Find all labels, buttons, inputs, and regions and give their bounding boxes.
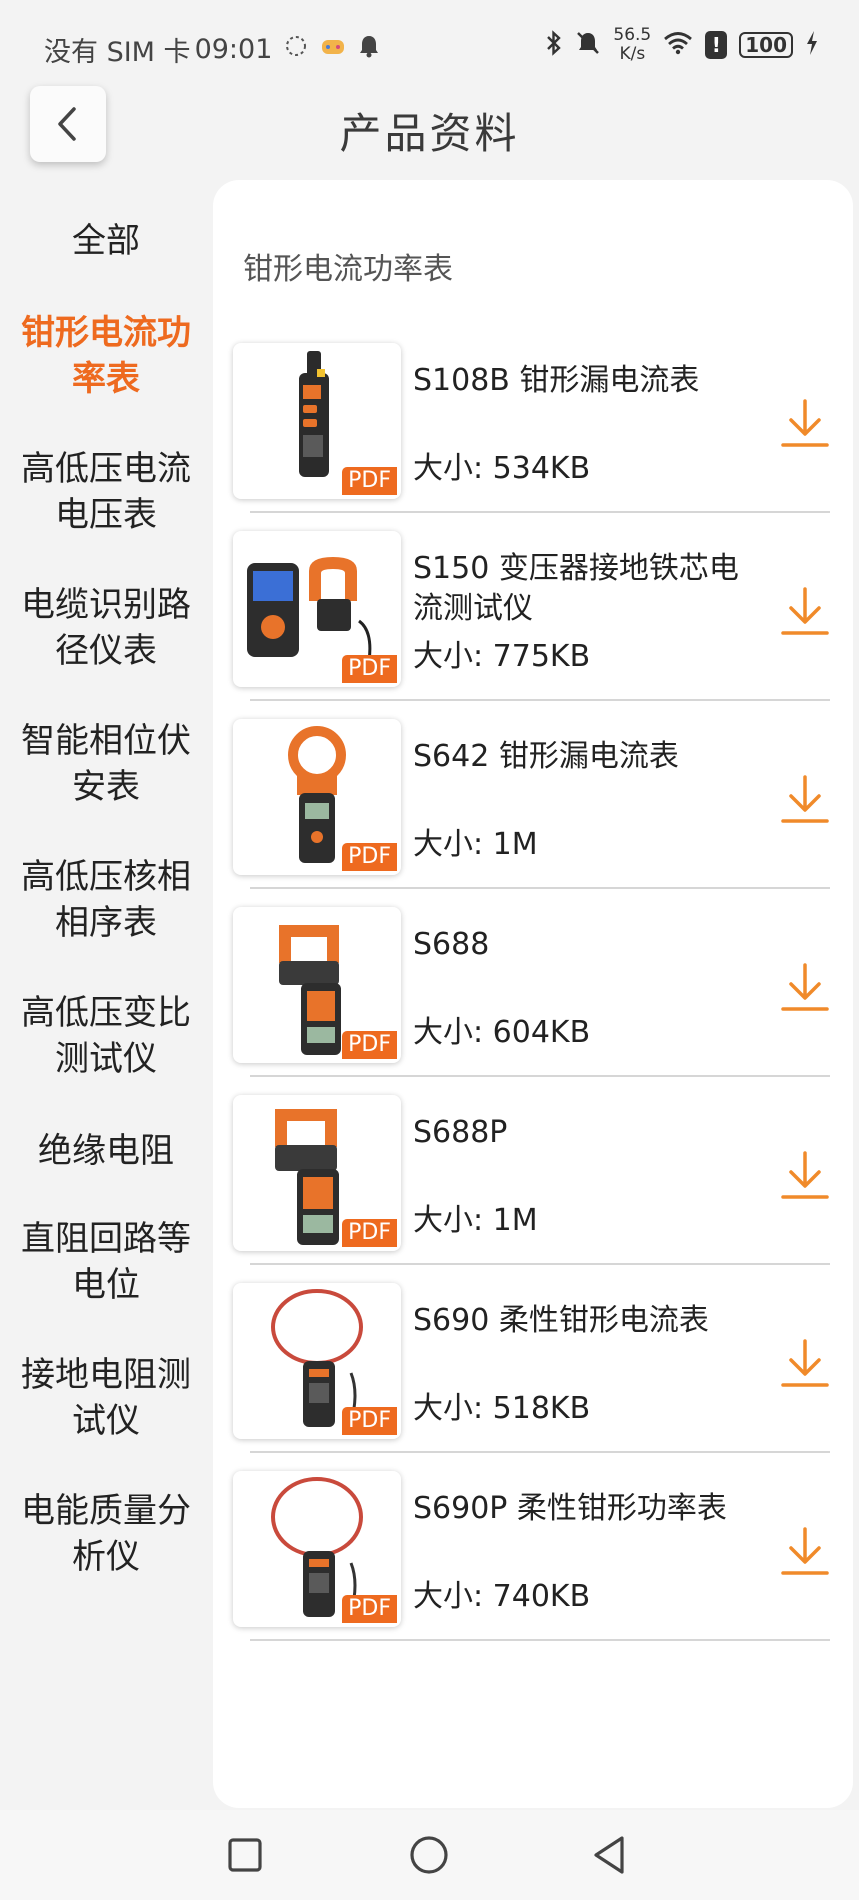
sidebar-item-clamp-power-meter[interactable]: 钳形电流功率表 [0, 310, 212, 402]
clock: 09:01 [194, 34, 273, 65]
document-size: 大小: 604KB [413, 1015, 591, 1050]
sidebar-item-hv-lv-meter[interactable]: 高低压电流电压表 [0, 446, 212, 538]
row-divider [250, 887, 830, 889]
document-name: S690P 柔性钳形功率表 [413, 1491, 727, 1526]
sidebar-item-power-quality[interactable]: 电能质量分析仪 [0, 1488, 212, 1580]
document-row[interactable]: PDF S688P 大小: 1M [213, 1095, 853, 1283]
bell-icon [358, 34, 380, 65]
document-size: 大小: 534KB [413, 451, 591, 486]
product-thumbnail: PDF [233, 1095, 401, 1251]
pdf-badge: PDF [342, 1219, 397, 1247]
row-divider [250, 699, 830, 701]
document-name: S108B 钳形漏电流表 [413, 363, 700, 398]
content-panel: 钳形电流功率表 PDF S108B 钳形漏电流表 大小: 534KB PDF S… [213, 180, 853, 1808]
sidebar-item-insulation[interactable]: 绝缘电阻 [0, 1128, 212, 1174]
download-icon[interactable] [777, 1523, 833, 1579]
sidebar-item-phase-sequence[interactable]: 高低压核相相序表 [0, 854, 212, 946]
net-speed-unit: K/s [619, 44, 646, 64]
header: 产品资料 [0, 84, 859, 184]
download-icon[interactable] [777, 1335, 833, 1391]
game-icon [320, 34, 346, 65]
sidebar-item-dc-resistance[interactable]: 直阻回路等电位 [0, 1216, 212, 1308]
document-size: 大小: 740KB [413, 1579, 591, 1614]
document-row[interactable]: PDF S688 大小: 604KB [213, 907, 853, 1095]
mute-bell-icon [575, 30, 601, 60]
pdf-badge: PDF [342, 843, 397, 871]
document-row[interactable]: PDF S690P 柔性钳形功率表 大小: 740KB [213, 1471, 853, 1659]
sidebar-item-cable-identifier[interactable]: 电缆识别路径仪表 [0, 582, 212, 674]
row-divider [250, 1451, 830, 1453]
wifi-icon [663, 31, 693, 59]
status-left: 没有 SIM 卡 09:01 [44, 30, 380, 69]
document-name: S688P [413, 1115, 508, 1150]
loading-icon [284, 34, 308, 65]
square-icon[interactable] [220, 1830, 270, 1880]
download-icon[interactable] [777, 583, 833, 639]
row-divider [250, 1639, 830, 1641]
product-thumbnail: PDF [233, 1283, 401, 1439]
row-divider [250, 511, 830, 513]
net-speed-value: 56.5 [613, 25, 652, 45]
charging-icon [805, 30, 819, 60]
pdf-badge: PDF [342, 1031, 397, 1059]
document-row[interactable]: PDF S108B 钳形漏电流表 大小: 534KB [213, 343, 853, 531]
document-size: 大小: 1M [413, 1203, 538, 1238]
battery-icon: 100 [739, 32, 793, 58]
document-name: S690 柔性钳形电流表 [413, 1303, 709, 1338]
document-row[interactable]: PDF S642 钳形漏电流表 大小: 1M [213, 719, 853, 907]
product-thumbnail: PDF [233, 719, 401, 875]
bluetooth-icon [545, 29, 563, 61]
alert-icon: ! [705, 31, 728, 59]
status-bar: 没有 SIM 卡 09:01 56.5 K/s ! 100 [0, 0, 859, 84]
sidebar-item-ground-resistance[interactable]: 接地电阻测试仪 [0, 1352, 212, 1444]
sidebar-item-ratio-tester[interactable]: 高低压变比测试仪 [0, 990, 212, 1082]
download-icon[interactable] [777, 1147, 833, 1203]
net-speed: 56.5 K/s [613, 26, 651, 64]
document-name: S642 钳形漏电流表 [413, 739, 679, 774]
document-row[interactable]: PDF S690 柔性钳形电流表 大小: 518KB [213, 1283, 853, 1471]
row-divider [250, 1263, 830, 1265]
pdf-badge: PDF [342, 467, 397, 495]
document-name: S688 [413, 927, 490, 962]
download-icon[interactable] [777, 959, 833, 1015]
circle-icon[interactable] [404, 1830, 454, 1880]
document-name: S150 变压器接地铁芯电流测试仪 [413, 551, 739, 626]
download-icon[interactable] [777, 771, 833, 827]
pdf-badge: PDF [342, 1407, 397, 1435]
page-title: 产品资料 [339, 109, 520, 158]
pdf-badge: PDF [342, 1595, 397, 1623]
pdf-badge: PDF [342, 655, 397, 683]
sidebar-item-all[interactable]: 全部 [0, 218, 212, 264]
document-size: 大小: 1M [413, 827, 538, 862]
product-thumbnail: PDF [233, 1471, 401, 1627]
product-thumbnail: PDF [233, 907, 401, 1063]
document-row[interactable]: PDF S150 变压器接地铁芯电流测试仪 大小: 775KB [213, 531, 853, 719]
status-right: 56.5 K/s ! 100 [545, 26, 819, 64]
carrier-text: 没有 SIM 卡 [44, 37, 191, 68]
download-icon[interactable] [777, 395, 833, 451]
section-title: 钳形电流功率表 [243, 252, 453, 287]
system-nav-bar [0, 1810, 859, 1900]
triangle-back-icon[interactable] [586, 1830, 636, 1880]
product-thumbnail: PDF [233, 531, 401, 687]
row-divider [250, 1075, 830, 1077]
product-thumbnail: PDF [233, 343, 401, 499]
sidebar-item-phase-voltammeter[interactable]: 智能相位伏安表 [0, 718, 212, 810]
document-size: 大小: 775KB [413, 639, 591, 674]
document-size: 大小: 518KB [413, 1391, 591, 1426]
